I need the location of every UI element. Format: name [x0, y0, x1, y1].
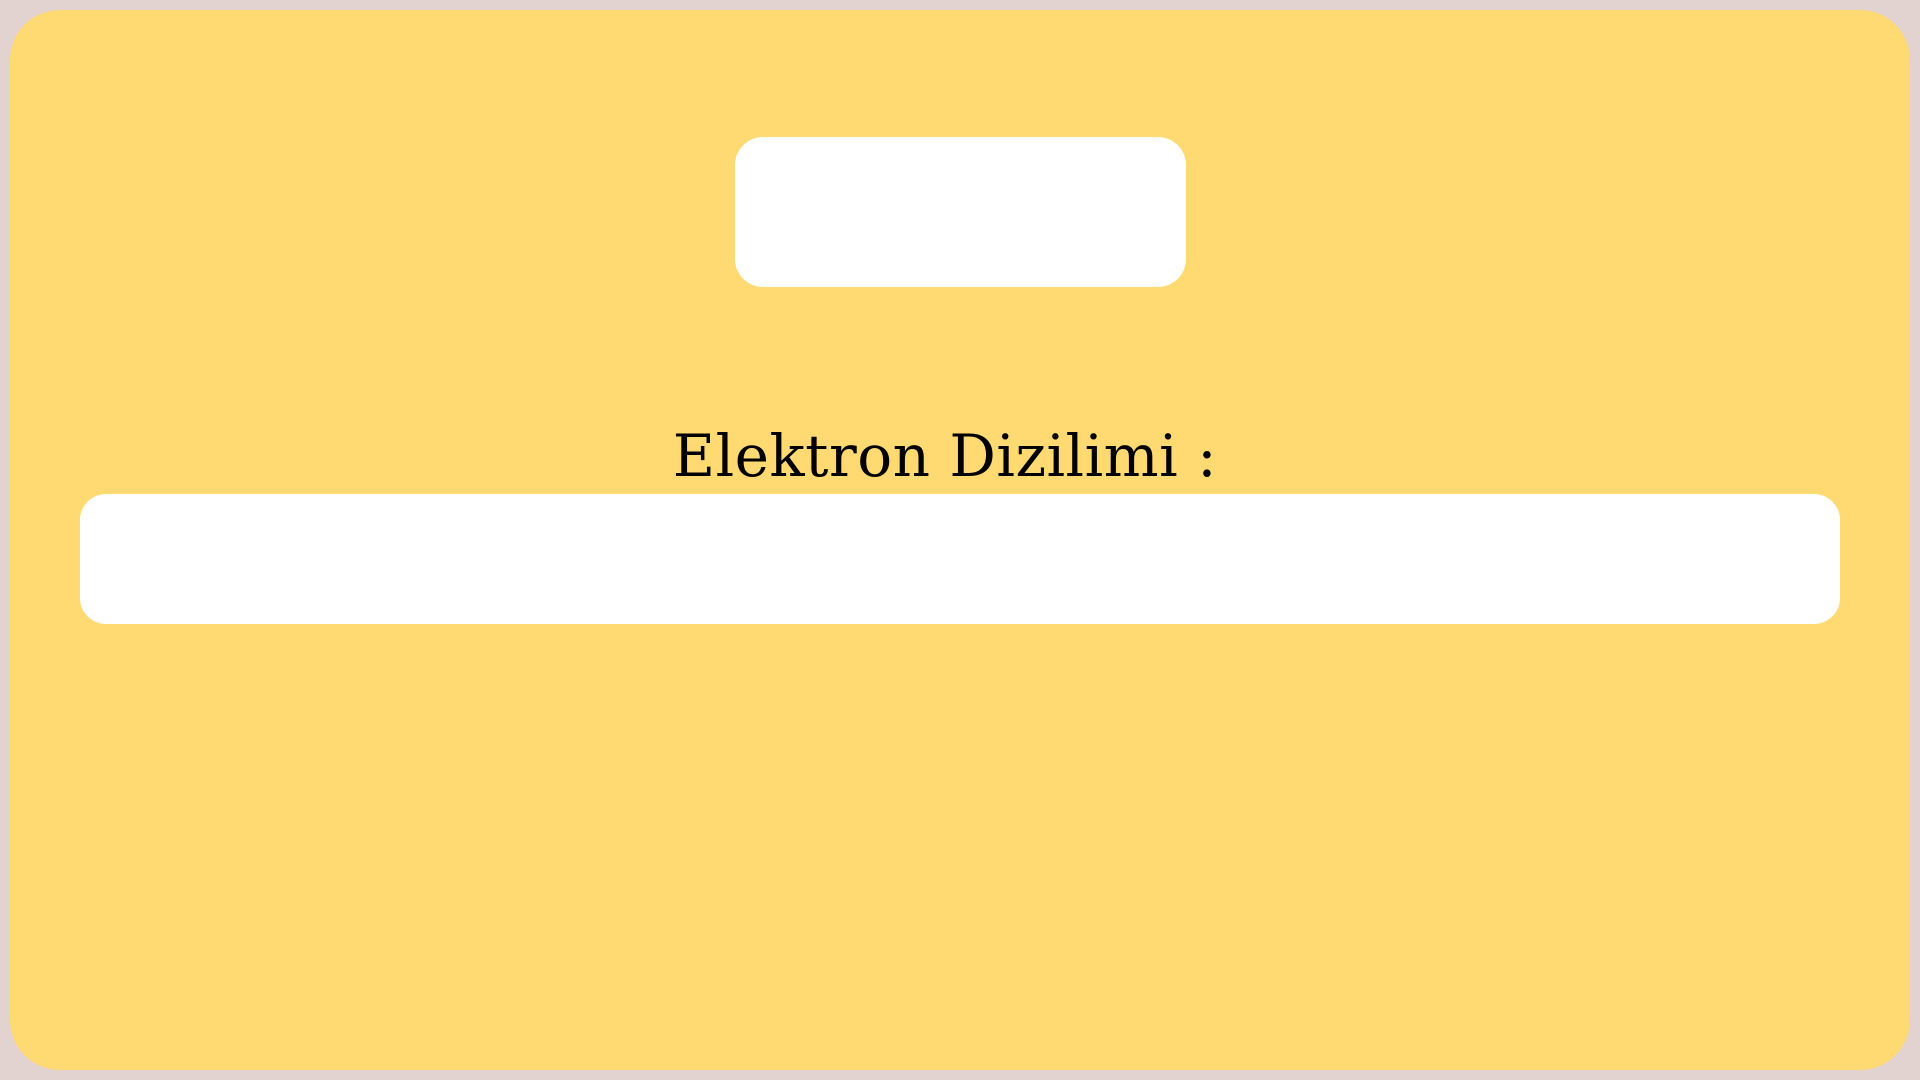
main-card: Elektron Dizilimi : — [10, 10, 1910, 1070]
electron-configuration-box[interactable] — [80, 494, 1840, 624]
electron-configuration-label: Elektron Dizilimi : — [672, 422, 1218, 490]
element-symbol-box[interactable] — [735, 137, 1186, 287]
